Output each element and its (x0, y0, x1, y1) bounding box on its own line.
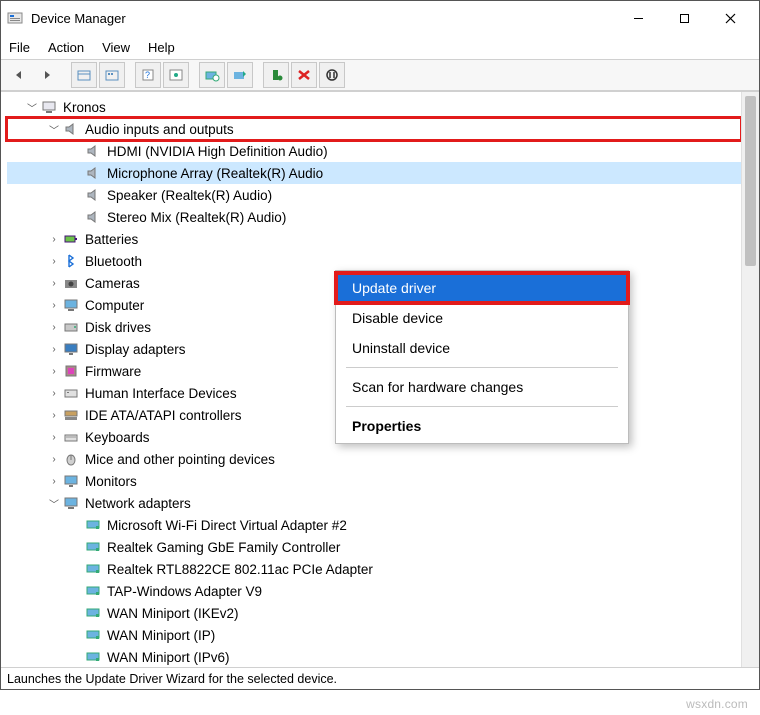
toolbar: ? (1, 59, 759, 91)
context-separator (346, 367, 618, 368)
network-adapter-icon (85, 627, 101, 643)
uninstall-button[interactable] (291, 62, 317, 88)
chip-icon (63, 363, 79, 379)
device-net-6[interactable]: WAN Miniport (IPv6) (7, 646, 741, 667)
menu-action[interactable]: Action (48, 40, 84, 55)
category-monitors[interactable]: › Monitors (7, 470, 741, 492)
menu-bar: File Action View Help (1, 35, 759, 59)
scrollbar-thumb[interactable] (745, 96, 756, 266)
device-hdmi-audio[interactable]: HDMI (NVIDIA High Definition Audio) (7, 140, 741, 162)
window-title: Device Manager (31, 11, 126, 26)
tree-root[interactable]: ﹀ Kronos (7, 96, 741, 118)
device-net-4[interactable]: WAN Miniport (IKEv2) (7, 602, 741, 624)
context-menu: Update driver Disable device Uninstall d… (335, 270, 629, 444)
svg-text:?: ? (145, 70, 150, 80)
monitor-icon (63, 473, 79, 489)
tree-pane: ﹀ Kronos ﹀ Audio inputs and outputs HDMI… (1, 91, 759, 667)
maximize-button[interactable] (661, 2, 707, 34)
device-net-2[interactable]: Realtek RTL8822CE 802.11ac PCIe Adapter (7, 558, 741, 580)
expand-icon[interactable]: › (47, 342, 61, 356)
vertical-scrollbar[interactable] (741, 92, 759, 667)
network-adapter-icon (85, 649, 101, 665)
expand-icon[interactable]: › (47, 364, 61, 378)
back-button[interactable] (7, 62, 33, 88)
expand-icon[interactable]: ﹀ (47, 496, 61, 510)
properties-button[interactable] (163, 62, 189, 88)
network-adapter-icon (85, 539, 101, 555)
network-adapter-icon (85, 561, 101, 577)
hid-icon (63, 385, 79, 401)
expand-icon[interactable]: › (47, 276, 61, 290)
mouse-icon (63, 451, 79, 467)
menu-view[interactable]: View (102, 40, 130, 55)
context-separator (346, 406, 618, 407)
enable-button[interactable] (263, 62, 289, 88)
expand-icon[interactable]: › (47, 232, 61, 246)
device-net-0[interactable]: Microsoft Wi-Fi Direct Virtual Adapter #… (7, 514, 741, 536)
menu-file[interactable]: File (9, 40, 30, 55)
device-manager-window: Device Manager File Action View Help ? (0, 0, 760, 690)
speaker-icon (85, 143, 101, 159)
context-uninstall-device[interactable]: Uninstall device (336, 333, 628, 363)
computer-icon (41, 99, 57, 115)
speaker-icon (85, 209, 101, 225)
title-bar: Device Manager (1, 1, 759, 35)
expand-icon[interactable]: › (47, 452, 61, 466)
bluetooth-icon (63, 253, 79, 269)
network-icon (63, 495, 79, 511)
close-button[interactable] (707, 2, 753, 34)
context-disable-device[interactable]: Disable device (336, 303, 628, 333)
controller-icon (63, 407, 79, 423)
disable-button[interactable] (319, 62, 345, 88)
context-properties[interactable]: Properties (336, 411, 628, 441)
category-network[interactable]: ﹀ Network adapters (7, 492, 741, 514)
speaker-icon (85, 187, 101, 203)
keyboard-icon (63, 429, 79, 445)
network-adapter-icon (85, 517, 101, 533)
minimize-button[interactable] (615, 2, 661, 34)
expand-icon[interactable]: › (47, 474, 61, 488)
device-net-5[interactable]: WAN Miniport (IP) (7, 624, 741, 646)
expand-icon[interactable]: ﹀ (47, 122, 61, 136)
category-batteries[interactable]: › Batteries (7, 228, 741, 250)
category-bluetooth[interactable]: › Bluetooth (7, 250, 741, 272)
speaker-icon (85, 165, 101, 181)
app-icon (7, 10, 23, 26)
display-icon (63, 341, 79, 357)
category-mice[interactable]: › Mice and other pointing devices (7, 448, 741, 470)
category-audio[interactable]: ﹀ Audio inputs and outputs (7, 118, 741, 140)
expand-icon[interactable]: ﹀ (25, 100, 39, 114)
show-hidden-button[interactable] (71, 62, 97, 88)
speaker-icon (63, 121, 79, 137)
device-microphone-array[interactable]: Microphone Array (Realtek(R) Audio (7, 162, 741, 184)
expand-icon[interactable]: › (47, 254, 61, 268)
network-adapter-icon (85, 605, 101, 621)
device-speaker[interactable]: Speaker (Realtek(R) Audio) (7, 184, 741, 206)
forward-button[interactable] (35, 62, 61, 88)
computer-icon (63, 297, 79, 313)
device-stereo-mix[interactable]: Stereo Mix (Realtek(R) Audio) (7, 206, 741, 228)
scan-button[interactable] (199, 62, 225, 88)
expand-icon[interactable]: › (47, 408, 61, 422)
device-net-1[interactable]: Realtek Gaming GbE Family Controller (7, 536, 741, 558)
status-text: Launches the Update Driver Wizard for th… (7, 672, 337, 686)
expand-icon[interactable]: › (47, 430, 61, 444)
battery-icon (63, 231, 79, 247)
toolbar-devices-button[interactable] (99, 62, 125, 88)
context-update-driver[interactable]: Update driver (336, 273, 628, 303)
expand-icon[interactable]: › (47, 320, 61, 334)
expand-icon[interactable]: › (47, 386, 61, 400)
camera-icon (63, 275, 79, 291)
network-adapter-icon (85, 583, 101, 599)
update-driver-button[interactable] (227, 62, 253, 88)
context-scan-hardware[interactable]: Scan for hardware changes (336, 372, 628, 402)
status-bar: Launches the Update Driver Wizard for th… (1, 667, 759, 689)
device-net-3[interactable]: TAP-Windows Adapter V9 (7, 580, 741, 602)
expand-icon[interactable]: › (47, 298, 61, 312)
disk-icon (63, 319, 79, 335)
watermark: wsxdn.com (686, 697, 748, 711)
menu-help[interactable]: Help (148, 40, 175, 55)
help-button[interactable]: ? (135, 62, 161, 88)
